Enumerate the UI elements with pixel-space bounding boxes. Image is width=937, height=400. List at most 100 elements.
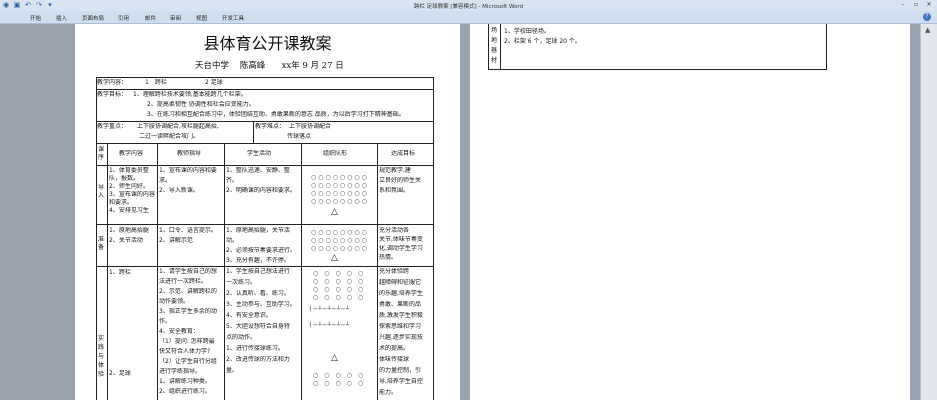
intro-goal-line: 规范教学,建 [379,167,411,174]
main-goal-line: 勇敢、果断的品 [379,301,422,308]
warm-student-line: 3、充分有趣，不许停。 [226,257,290,264]
difficulty-1: 上下肢协调配合 [289,123,332,130]
date-prefix: xx [281,61,292,71]
main-goal-line: 的乐趣,培养学生 [379,290,423,297]
intro-teacher-line: 2、导入新课。 [159,187,199,194]
table-rule [96,165,433,166]
main-teacher-line: 法进行一次跨栏。 [159,278,208,285]
intro-teacher-line: 求。 [159,177,172,184]
tab-insert[interactable]: 插入 [56,14,67,22]
main-goal-line: 兴趣,逐步实现技 [379,334,423,341]
ribbon-tabs: 开始 插入 页面布局 引用 邮件 审阅 视图 开发工具 ? [0,11,937,24]
teacher-position-icon: △ [331,354,338,362]
table-rule [253,121,254,143]
main-teacher-line: 进行学练指导。 [159,368,202,375]
table-rule [301,143,302,400]
formation-dots: ○○○○○○○○ ○○○○○○○○ ○○○○○○○○ [311,229,369,252]
main-teacher-line: 动作要领。 [159,298,190,305]
main-content-football: 2、足球 [109,370,131,377]
main-goal-line: 的力量控制，引 [379,367,422,374]
main-content-hurdles: 1、跨栏 [109,269,131,276]
formation-dots: ○○○○○○○○ ○○○○○○○○ ○○○○○○○○ ○○○○○○○○ [311,174,369,205]
intro-content-line: 队，报数。 [109,175,140,182]
main-student-line: 量。 [226,367,239,374]
warm-goal-line: 充分活动各 [379,227,410,234]
minimize-icon[interactable]: – [897,0,909,9]
window-titlebar: ◉ ▣ ↶ ↷ ▾ 跨栏 足球教案 [兼容模式] - Microsoft Wor… [0,0,937,11]
main-student-line: 4、有安全意识。 [226,312,272,319]
header-student: 学生活动 [247,150,272,157]
intro-student-line: 2、明确课的内容和要求。 [226,187,296,194]
help-icon[interactable]: ? [923,13,931,21]
school-name: 天台中学 [195,61,230,71]
main-student-line: 2、改进传球的方法和力 [226,356,290,363]
vertical-scrollbar[interactable]: ▲ [920,24,937,400]
formation-columns: ○○○○○ ○○○○○ ○○○○○ ○○○○○ [313,270,370,301]
warm-teacher-line: 2、讲解示范 [159,237,193,244]
venue-char: 场 [491,27,498,34]
doc-subtitle-line: 天台中学 陈高峰 xx年 9 月 27 日 [195,59,344,71]
warm-goal-line: 关节,体味节奏变 [379,236,423,243]
tab-home[interactable]: 开始 [30,14,41,22]
table-border [96,77,433,78]
tab-mailings[interactable]: 邮件 [145,14,156,22]
main-student-line: 1、学生按自己想法进行 [226,268,290,275]
tab-view[interactable]: 视图 [196,14,207,22]
header-content: 教学内容 [119,150,144,157]
key-point-1: 上下肢协调配合,攻栏腿起高抬, [137,123,219,130]
intro-content-line: 3、宣布课的内容 [109,191,155,198]
main-student-line: 2、认真听、看、练习。 [226,290,290,297]
table-rule [377,143,378,400]
table-rule [224,143,225,400]
intro-content-line: 1、体育委员整 [109,167,149,174]
document-page-1[interactable]: 县体育公开课教案 天台中学 陈高峰 xx年 9 月 27 日 教学内容： 1 跨… [75,24,460,400]
tab-references[interactable]: 引用 [118,14,129,22]
table-border [826,24,827,70]
table-rule [96,89,433,90]
intro-content-line: 2、师生问好。 [109,183,149,190]
teacher-position-icon: △ [331,208,338,216]
close-icon[interactable]: ✕ [923,0,935,9]
tab-page-layout[interactable]: 页面布局 [82,14,104,22]
window-controls: – ▫ ✕ [897,0,935,9]
table-rule [96,266,433,267]
warm-student-line: 2、必须按节奏要求进行。 [226,247,296,254]
goal-1: 1、理解跨栏技术要领,基本能跨几个栏架。 [133,91,247,98]
goals-label: 教学目标： [97,91,128,98]
intro-teacher-line: 1、宣布课的内容和要 [159,167,217,174]
maximize-icon[interactable]: ▫ [910,0,922,9]
main-teacher-line: 快又符合人体力学? [159,348,211,355]
venue-char: 器 [491,47,498,54]
scroll-up-icon[interactable]: ▲ [925,26,930,34]
content-label: 教学内容： [97,79,128,86]
warm-teacher-line: 1、口令、语言提示。 [159,227,217,234]
content-item-2: 2 足球 [205,79,223,86]
header-lesson-order: 课序 [98,146,105,161]
warm-goal-line: 热情。 [379,254,398,261]
table-rule [157,143,158,400]
content-item-1: 1 跨栏 [145,79,167,86]
venue-equipment-label: 场 地 器 材 [491,26,500,66]
main-goal-line: 充分体验跨 [379,268,410,275]
table-rule [96,224,433,225]
tab-review[interactable]: 审阅 [170,14,181,22]
tab-developer[interactable]: 开发工具 [222,14,244,22]
window-title: 跨栏 足球教案 [兼容模式] - Microsoft Word [413,4,524,10]
main-student-line: 一次练习。 [226,279,257,286]
teacher-position-icon: △ [331,254,338,262]
header-formation: 组织队形 [323,150,348,157]
table-rule [96,121,433,122]
main-teacher-line: （1）提问: 怎样跨最 [159,338,215,345]
main-teacher-line: 3、指正学生多余的动 [159,308,217,315]
date-text: 年 9 月 27 日 [291,61,344,71]
main-teacher-line: 1、请学生按自己的想 [159,268,217,275]
difficulty-2: 传球落点 [287,133,312,140]
main-student-line: 1、进行传接球练习。 [226,345,284,352]
table-rule [96,143,433,144]
header-teacher: 教师指导 [177,150,202,157]
document-page-2[interactable]: 场 地 器 材 1、学校田径场。 2、栏架 6 个，足球 20 个。 [470,24,910,400]
intro-student-line: 1、整队迅速、安静、整 [226,167,290,174]
main-teacher-line: 2、示范、讲解跨栏的 [159,288,217,295]
hurdle-lanes: ㅓ─┴─┴─┴─┴ ㅓ─┴─┴─┴─┴ [307,306,351,329]
intro-content-line: 和要求。 [109,199,134,206]
